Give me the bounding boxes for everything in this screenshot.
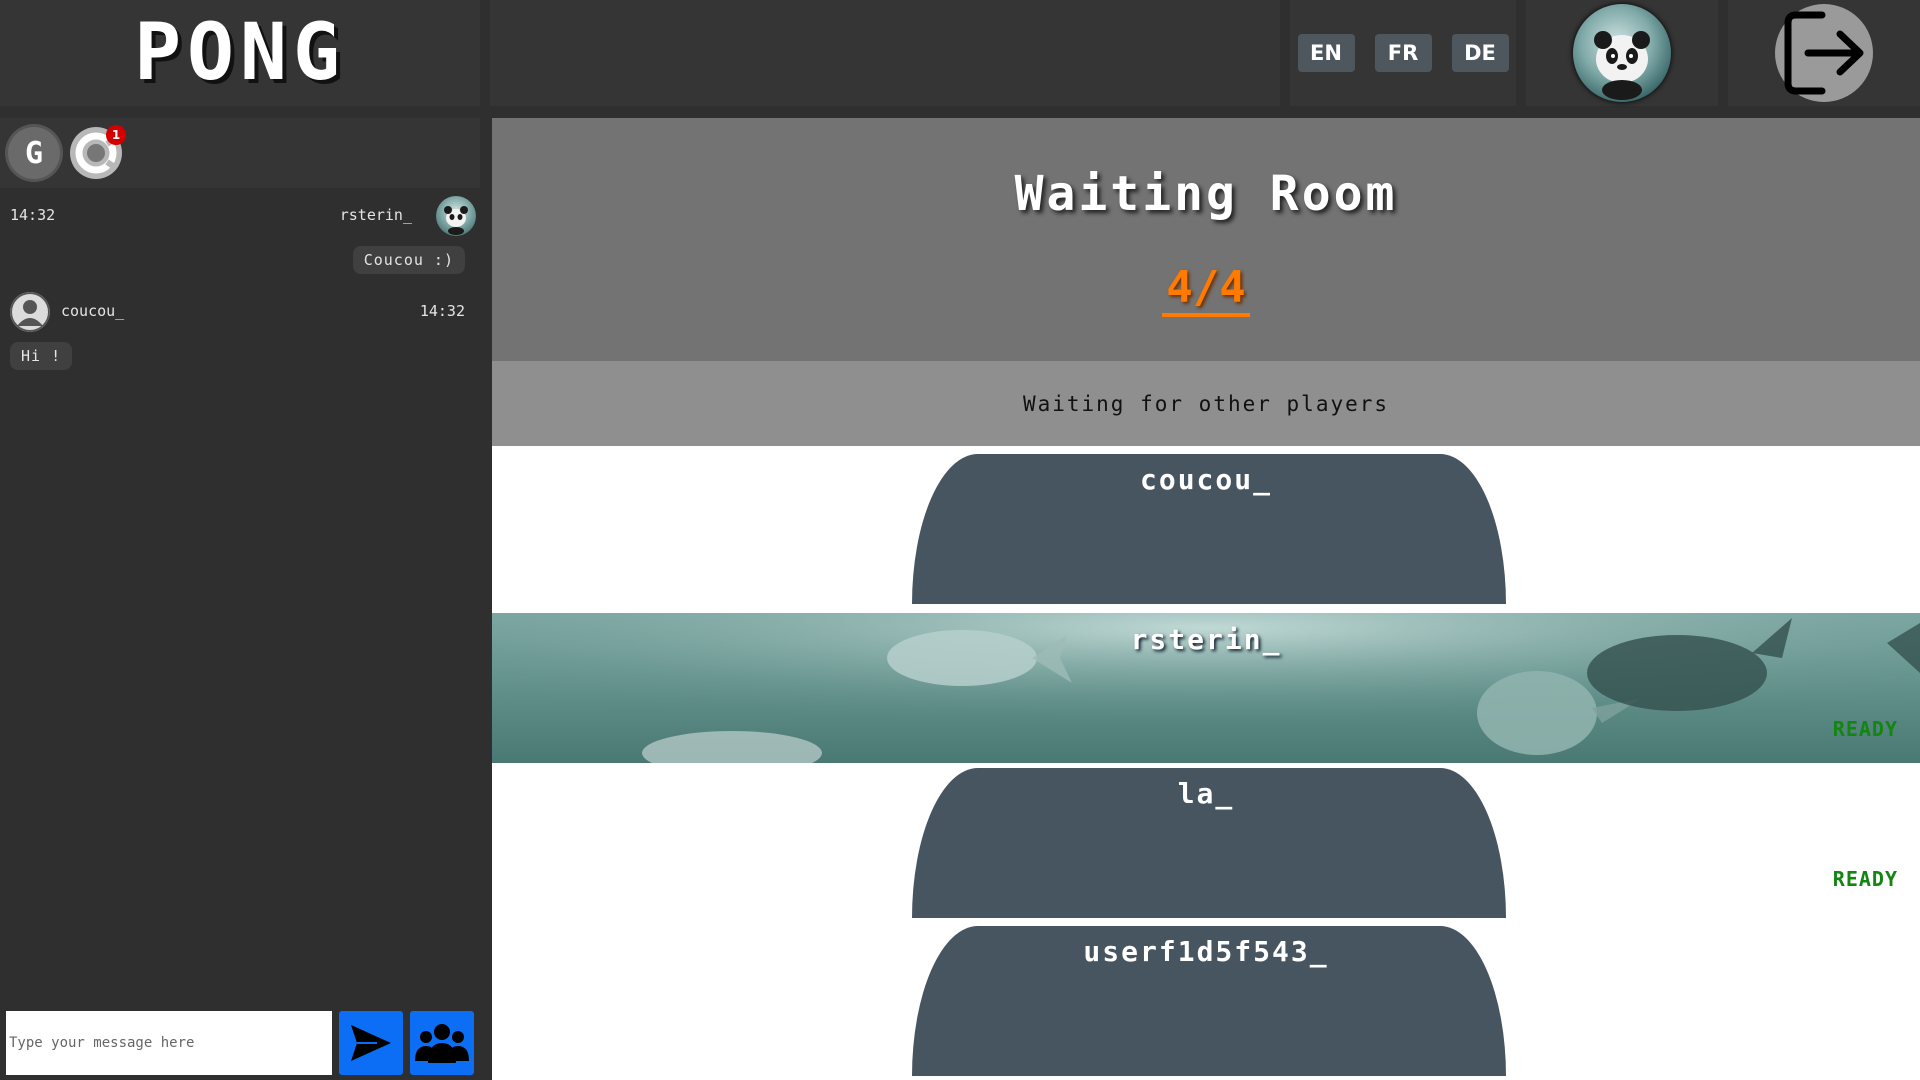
player-card: coucou_ (492, 446, 1920, 604)
chat-input-bar (0, 1006, 480, 1080)
player-card: la_ READY (492, 760, 1920, 918)
lang-button-en[interactable]: EN (1297, 34, 1355, 72)
message-author-avatar[interactable] (436, 196, 476, 236)
message-author-avatar[interactable] (10, 292, 50, 332)
message-author[interactable]: rsterin_ (340, 206, 412, 224)
chat-sidebar: G 1 14:32 rsterin_ Coucou :) coucou_ 14:… (0, 118, 480, 1080)
waiting-status-text: Waiting for other players (1022, 391, 1390, 416)
waiting-room-header: Waiting Room 4/4 (492, 118, 1920, 361)
message-bubble: Hi ! (10, 342, 73, 370)
chat-tab-conversation[interactable]: 1 (70, 125, 126, 179)
send-button[interactable] (339, 1011, 403, 1075)
logout-button[interactable] (1775, 4, 1873, 102)
player-count: 4/4 (492, 262, 1920, 317)
logout-icon (1784, 11, 1864, 95)
player-name: rsterin_ (1130, 623, 1282, 656)
language-switcher: EN FR DE (1290, 0, 1516, 106)
message-bubble: Coucou :) (352, 246, 465, 274)
lang-button-fr[interactable]: FR (1374, 34, 1432, 72)
header-spacer (490, 0, 1280, 106)
chat-tab-general-label: G (24, 135, 44, 171)
chat-message-input[interactable] (6, 1011, 332, 1075)
logout-area (1728, 0, 1920, 106)
player-card: rsterin_ READY (492, 613, 1920, 763)
lang-button-de[interactable]: DE (1451, 34, 1509, 72)
app-logo[interactable]: PONG (134, 8, 346, 98)
notification-badge: 1 (106, 125, 126, 145)
ready-status: READY (1832, 867, 1898, 891)
player-name: la_ (1177, 777, 1235, 810)
profile-avatar[interactable] (1573, 4, 1671, 102)
player-name: userf1d5f543_ (1083, 935, 1329, 968)
default-user-icon (10, 292, 50, 332)
users-group-icon (415, 1024, 469, 1063)
ready-status: READY (1832, 717, 1898, 741)
players-list: coucou_ rsterin_ READY la_ READY userf1d… (492, 446, 1920, 1080)
friends-button[interactable] (410, 1011, 474, 1075)
panda-avatar-icon (1594, 31, 1650, 100)
player-count-value: 4/4 (1162, 262, 1250, 317)
player-card: userf1d5f543_ (492, 918, 1920, 1076)
page-title: Waiting Room (1014, 166, 1398, 222)
panda-avatar-icon (444, 206, 468, 235)
chat-tab-general[interactable]: G (8, 127, 60, 179)
profile-area (1526, 0, 1718, 106)
message-time: 14:32 (419, 302, 465, 320)
send-icon (351, 1025, 391, 1061)
message-time: 14:32 (10, 206, 56, 224)
chat-tabs: G 1 (0, 118, 480, 188)
message-author[interactable]: coucou_ (61, 302, 124, 320)
logo-area: PONG (0, 0, 480, 106)
waiting-status: Waiting for other players (492, 361, 1920, 446)
player-name: coucou_ (1139, 463, 1272, 496)
